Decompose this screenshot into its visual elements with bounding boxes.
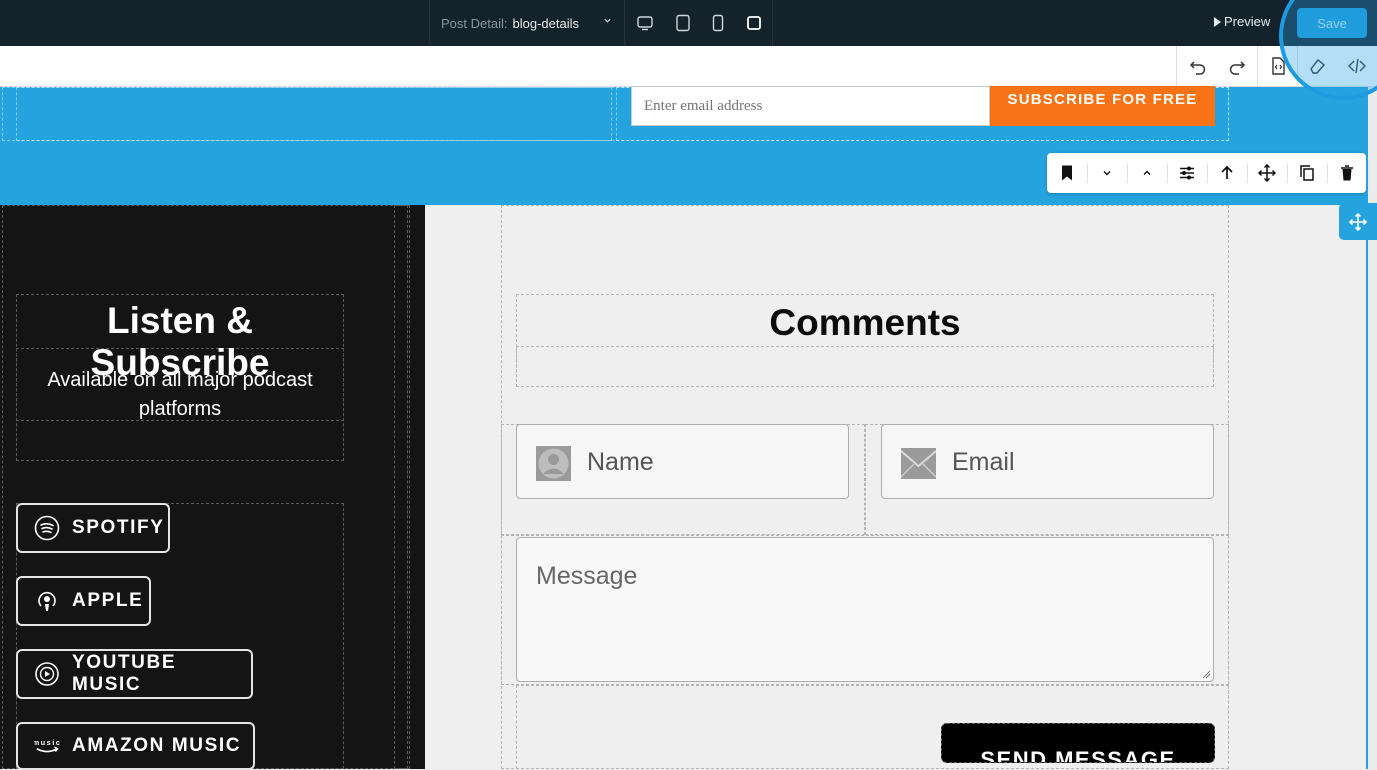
redo-icon[interactable] <box>1225 54 1249 78</box>
chevron-up-icon[interactable] <box>1135 161 1159 185</box>
amazon-music-button[interactable]: music AMAZON MUSIC <box>16 722 255 770</box>
email-field[interactable]: Email <box>881 424 1214 499</box>
drag-handle-button[interactable] <box>1339 203 1377 240</box>
toolbar-divider <box>1127 163 1128 183</box>
spotify-button[interactable]: SPOTIFY <box>16 503 170 553</box>
apple-label: APPLE <box>72 590 144 611</box>
send-message-button[interactable]: SEND MESSAGE <box>941 723 1215 763</box>
amazon-music-label: AMAZON MUSIC <box>72 735 242 756</box>
tablet-landscape-icon[interactable] <box>670 10 696 36</box>
tablet-portrait-icon[interactable] <box>705 10 731 36</box>
undo-icon[interactable] <box>1186 54 1210 78</box>
youtube-music-button[interactable]: YOUTUBE MUSIC <box>16 649 253 699</box>
post-detail-selector[interactable]: Post Detail: blog-details <box>429 0 625 46</box>
apple-podcasts-icon <box>34 588 60 614</box>
toolbar-divider <box>1257 46 1258 87</box>
toolbar-divider <box>1167 163 1168 183</box>
message-placeholder: Message <box>536 562 638 590</box>
resize-handle-icon[interactable] <box>1202 670 1211 679</box>
youtube-music-label: YOUTUBE MUSIC <box>72 652 177 695</box>
toolbar-divider <box>1327 163 1328 183</box>
device-switcher <box>625 0 773 46</box>
post-detail-value: blog-details <box>512 15 579 31</box>
editor-toolbar <box>0 46 1377 87</box>
spotify-icon <box>34 515 60 541</box>
toolbar-divider <box>1287 163 1288 183</box>
sliders-icon[interactable] <box>1175 161 1199 185</box>
eraser-icon[interactable] <box>1305 54 1329 78</box>
spotify-label: SPOTIFY <box>72 517 165 538</box>
user-icon <box>536 446 571 481</box>
move-icon <box>1348 212 1368 231</box>
builder-topbar: Post Detail: blog-details Preview Save <box>0 0 1377 46</box>
arrow-up-icon[interactable] <box>1215 161 1239 185</box>
name-placeholder: Name <box>587 448 654 476</box>
podcast-subtitle: Available on all major podcast platforms <box>47 369 313 420</box>
amazon-music-icon-text: music <box>34 738 60 747</box>
code-icon[interactable] <box>1345 54 1369 78</box>
play-icon <box>1214 16 1221 27</box>
post-detail-label: Post Detail: <box>441 15 508 31</box>
desktop-icon[interactable] <box>632 10 658 36</box>
code-file-icon[interactable] <box>1266 54 1290 78</box>
message-field[interactable]: Message <box>516 537 1214 682</box>
apple-button[interactable]: APPLE <box>16 576 151 626</box>
preview-label: Preview <box>1224 14 1271 29</box>
chevron-down-icon <box>604 18 611 23</box>
column-gutter-outline <box>394 205 410 769</box>
trash-icon[interactable] <box>1335 161 1359 185</box>
comments-title: Comments <box>769 302 961 343</box>
section-edge-indicator <box>1366 87 1368 769</box>
name-field[interactable]: Name <box>516 424 849 499</box>
toolbar-divider <box>1176 46 1177 87</box>
youtube-music-icon <box>34 661 60 687</box>
preview-button[interactable]: Preview <box>1214 14 1270 29</box>
newsletter-column-outline <box>16 87 612 141</box>
chevron-down-icon[interactable] <box>1095 161 1119 185</box>
toolbar-divider <box>1207 163 1208 183</box>
bookmark-icon[interactable] <box>1055 161 1079 185</box>
newsletter-email-input[interactable] <box>631 86 990 126</box>
mobile-icon[interactable] <box>741 10 767 36</box>
toolbar-divider <box>1297 46 1298 87</box>
subscribe-button[interactable]: SUBSCRIBE FOR FREE <box>990 86 1215 126</box>
save-button[interactable]: Save <box>1297 8 1367 38</box>
email-placeholder: Email <box>952 448 1015 476</box>
envelope-icon <box>901 448 936 479</box>
copy-icon[interactable] <box>1295 161 1319 185</box>
section-toolbar <box>1047 153 1366 193</box>
comments-spacer-outline <box>516 346 1214 387</box>
toolbar-divider <box>1247 163 1248 183</box>
move-icon[interactable] <box>1255 161 1279 185</box>
toolbar-divider <box>1087 163 1088 183</box>
amazon-music-icon: music <box>34 733 60 759</box>
